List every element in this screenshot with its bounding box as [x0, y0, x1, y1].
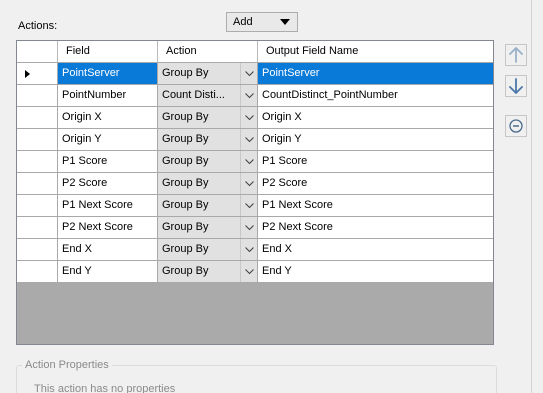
output-field-name-cell[interactable]: PointServer: [258, 63, 493, 84]
field-cell[interactable]: PointServer: [58, 63, 158, 84]
table-row[interactable]: P2 Score Group By P2 Score: [17, 173, 493, 195]
arrow-up-icon: [509, 47, 523, 63]
action-select[interactable]: Group By: [158, 129, 258, 150]
action-select[interactable]: Group By: [158, 151, 258, 172]
row-selector[interactable]: [17, 173, 58, 194]
row-selector[interactable]: [17, 107, 58, 128]
output-field-name-cell[interactable]: Origin X: [258, 107, 493, 128]
current-row-indicator-icon: [25, 70, 30, 78]
row-selector[interactable]: [17, 63, 58, 84]
action-value: Count Disti...: [162, 89, 225, 101]
field-cell[interactable]: Origin X: [58, 107, 158, 128]
field-cell[interactable]: End Y: [58, 261, 158, 282]
table-row[interactable]: P1 Next Score Group By P1 Next Score: [17, 195, 493, 217]
header-action[interactable]: Action: [158, 41, 258, 62]
table-row[interactable]: Origin Y Group By Origin Y: [17, 129, 493, 151]
action-value: Group By: [162, 133, 209, 145]
actions-grid[interactable]: Field Action Output Field Name PointServ…: [16, 40, 494, 345]
field-cell[interactable]: P1 Score: [58, 151, 158, 172]
arrow-down-icon: [509, 78, 523, 94]
output-field-name-cell[interactable]: P2 Next Score: [258, 217, 493, 238]
chevron-down-icon[interactable]: [240, 261, 257, 282]
action-select[interactable]: Group By: [158, 63, 258, 84]
table-row[interactable]: Origin X Group By Origin X: [17, 107, 493, 129]
header-field[interactable]: Field: [58, 41, 158, 62]
action-select[interactable]: Group By: [158, 195, 258, 216]
row-selector[interactable]: [17, 85, 58, 106]
action-value: Group By: [162, 67, 209, 79]
table-row[interactable]: P2 Next Score Group By P2 Next Score: [17, 217, 493, 239]
action-select[interactable]: Group By: [158, 173, 258, 194]
add-action-dropdown[interactable]: Add: [226, 12, 298, 32]
move-down-button[interactable]: [505, 75, 527, 97]
table-row[interactable]: PointServer Group By PointServer: [17, 63, 493, 85]
row-selector[interactable]: [17, 129, 58, 150]
action-properties-legend: Action Properties: [22, 359, 112, 371]
output-field-name-cell[interactable]: P1 Next Score: [258, 195, 493, 216]
table-row[interactable]: End X Group By End X: [17, 239, 493, 261]
row-selector[interactable]: [17, 151, 58, 172]
chevron-down-icon[interactable]: [240, 151, 257, 172]
output-field-name-cell[interactable]: End Y: [258, 261, 493, 282]
chevron-down-icon[interactable]: [240, 217, 257, 238]
action-select[interactable]: Group By: [158, 107, 258, 128]
output-field-name-cell[interactable]: P1 Score: [258, 151, 493, 172]
chevron-down-icon[interactable]: [240, 63, 257, 84]
action-value: Group By: [162, 265, 209, 277]
action-select[interactable]: Group By: [158, 239, 258, 260]
field-cell[interactable]: End X: [58, 239, 158, 260]
output-field-name-cell[interactable]: CountDistinct_PointNumber: [258, 85, 493, 106]
minus-circle-icon: [509, 119, 523, 133]
grid-header: Field Action Output Field Name: [17, 41, 493, 62]
chevron-down-icon[interactable]: [240, 85, 257, 106]
chevron-down-icon[interactable]: [240, 107, 257, 128]
action-value: Group By: [162, 177, 209, 189]
field-cell[interactable]: P1 Next Score: [58, 195, 158, 216]
row-selector[interactable]: [17, 195, 58, 216]
chevron-down-icon[interactable]: [240, 239, 257, 260]
output-field-name-cell[interactable]: P2 Score: [258, 173, 493, 194]
header-row-selector: [17, 41, 58, 62]
output-field-name-cell[interactable]: Origin Y: [258, 129, 493, 150]
action-value: Group By: [162, 155, 209, 167]
output-field-name-cell[interactable]: End X: [258, 239, 493, 260]
action-properties-message: This action has no properties: [34, 383, 176, 393]
row-selector[interactable]: [17, 261, 58, 282]
field-cell[interactable]: Origin Y: [58, 129, 158, 150]
field-cell[interactable]: P2 Next Score: [58, 217, 158, 238]
action-select[interactable]: Group By: [158, 261, 258, 282]
action-value: Group By: [162, 199, 209, 211]
header-output-field-name[interactable]: Output Field Name: [258, 41, 493, 62]
table-row[interactable]: P1 Score Group By P1 Score: [17, 151, 493, 173]
table-row[interactable]: End Y Group By End Y: [17, 261, 493, 283]
action-value: Group By: [162, 221, 209, 233]
chevron-down-icon[interactable]: [240, 195, 257, 216]
action-select[interactable]: Count Disti...: [158, 85, 258, 106]
action-select[interactable]: Group By: [158, 217, 258, 238]
row-selector[interactable]: [17, 217, 58, 238]
field-cell[interactable]: PointNumber: [58, 85, 158, 106]
add-dropdown-label: Add: [233, 16, 253, 28]
chevron-down-icon[interactable]: [240, 173, 257, 194]
table-row[interactable]: PointNumber Count Disti... CountDistinct_P…: [17, 85, 493, 107]
action-value: Group By: [162, 111, 209, 123]
action-value: Group By: [162, 243, 209, 255]
remove-action-button[interactable]: [505, 115, 527, 137]
row-selector[interactable]: [17, 239, 58, 260]
dropdown-arrow-icon: [280, 19, 290, 25]
actions-label: Actions:: [18, 20, 58, 32]
chevron-down-icon[interactable]: [240, 129, 257, 150]
field-cell[interactable]: P2 Score: [58, 173, 158, 194]
window-edge: [531, 0, 532, 393]
move-up-button[interactable]: [505, 44, 527, 66]
